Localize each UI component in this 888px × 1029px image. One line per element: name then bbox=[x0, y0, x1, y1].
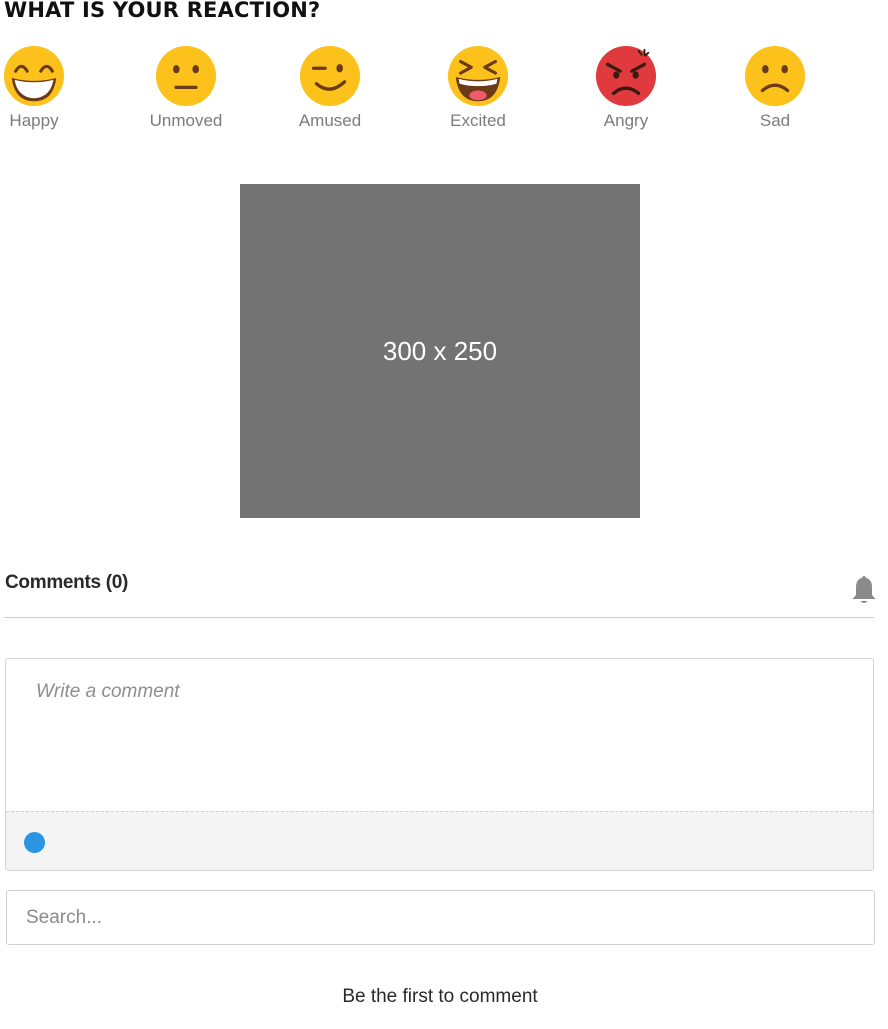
reaction-title: WHAT IS YOUR REACTION? bbox=[4, 0, 321, 22]
grinning-face-icon bbox=[3, 45, 65, 107]
comment-input[interactable] bbox=[6, 659, 873, 811]
status-dot[interactable] bbox=[24, 832, 45, 853]
ad-placeholder[interactable]: 300 x 250 bbox=[240, 184, 640, 518]
reaction-amused[interactable]: Amused bbox=[284, 45, 374, 135]
reaction-happy[interactable]: Happy bbox=[0, 45, 78, 135]
comment-editor-footer bbox=[6, 811, 873, 870]
reaction-label: Excited bbox=[450, 111, 506, 130]
reaction-label: Unmoved bbox=[149, 111, 223, 130]
comments-divider bbox=[4, 617, 874, 618]
comments-count-title: Comments (0) bbox=[5, 572, 129, 593]
no-comments-message: Be the first to comment bbox=[342, 986, 538, 1007]
ad-size-label: 300 x 250 bbox=[382, 335, 498, 366]
reaction-label: Happy bbox=[9, 111, 59, 130]
squinting-laughing-face-icon bbox=[447, 45, 509, 107]
neutral-face-icon bbox=[155, 45, 217, 107]
frowning-face-icon bbox=[744, 45, 806, 107]
search-comments-input[interactable] bbox=[6, 890, 875, 945]
reaction-label: Angry bbox=[603, 111, 649, 130]
bell-icon[interactable] bbox=[850, 574, 878, 606]
winking-face-icon bbox=[299, 45, 361, 107]
reaction-unmoved[interactable]: Unmoved bbox=[140, 45, 230, 135]
angry-face-icon bbox=[595, 45, 657, 107]
reaction-excited[interactable]: Excited bbox=[432, 45, 522, 135]
comment-editor bbox=[5, 658, 874, 871]
reaction-label: Sad bbox=[759, 111, 791, 130]
reaction-angry[interactable]: Angry bbox=[580, 45, 670, 135]
reaction-sad[interactable]: Sad bbox=[729, 45, 819, 135]
reaction-label: Amused bbox=[298, 111, 362, 130]
